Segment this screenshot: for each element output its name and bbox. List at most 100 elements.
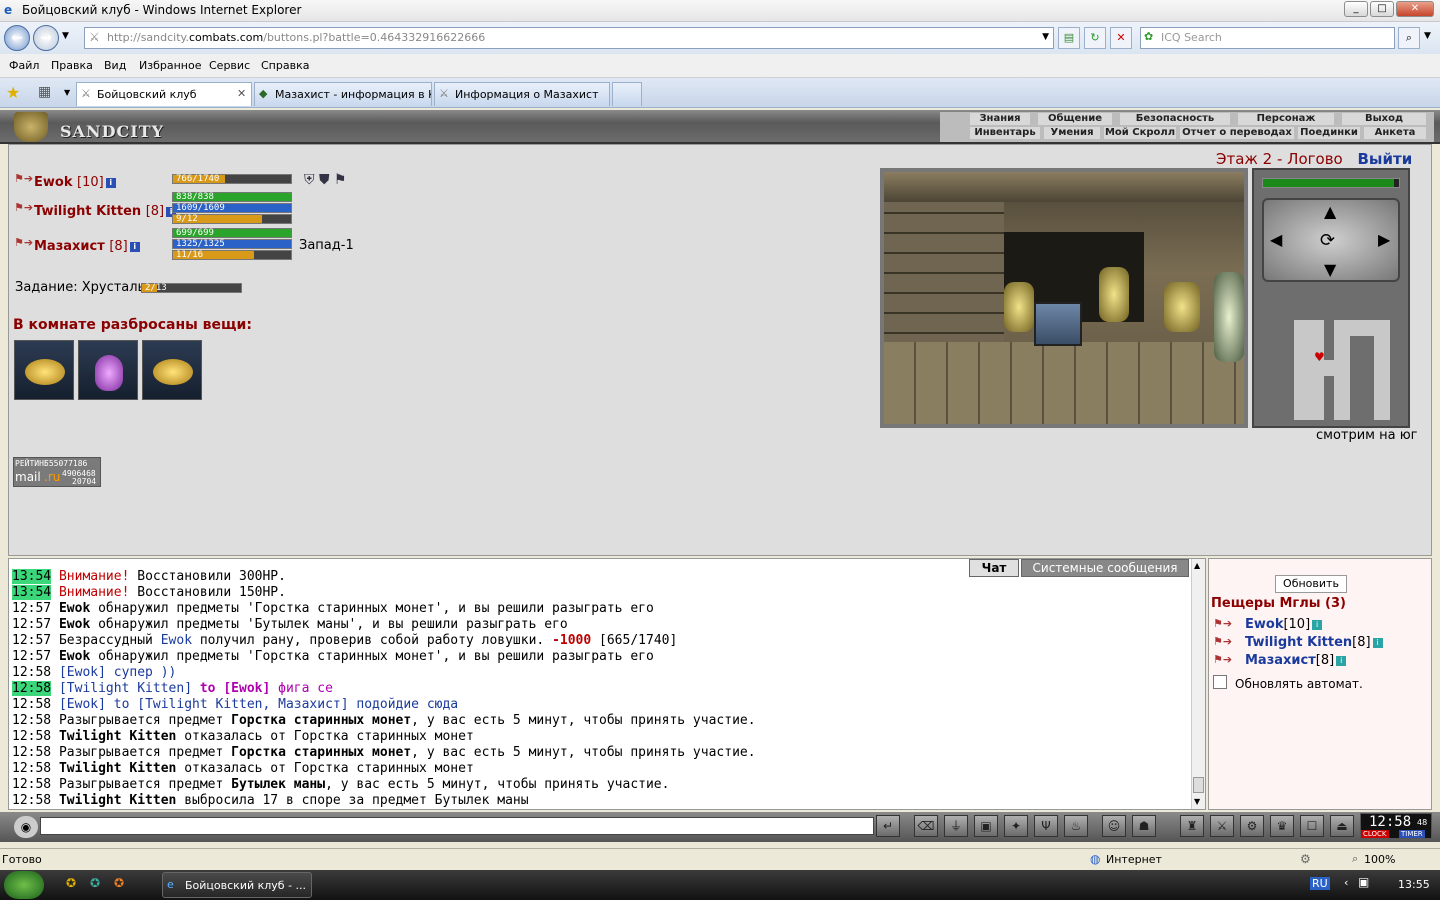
bot-figure[interactable] [1004,282,1034,332]
coins-icon[interactable] [14,340,74,400]
player-name[interactable]: Ewok [10] i [34,175,116,190]
online-user[interactable]: Ewok[10] i [1245,617,1323,632]
chest-icon[interactable] [1034,302,1082,346]
search-input[interactable]: ✿ ICQ Search [1140,27,1395,49]
chat-scrollbar[interactable]: ▲ ▼ [1191,559,1205,809]
turn-right-icon[interactable]: ▶ [1378,230,1390,249]
tray-icon[interactable]: ▣ [1358,875,1369,889]
tray-expand-icon[interactable]: ‹ [1344,876,1348,889]
chat-timestamp[interactable]: 13:54 [12,585,52,600]
online-user[interactable]: Twilight Kitten[8] i [1245,635,1383,650]
nav-profile[interactable]: Анкета [1364,127,1426,139]
nav-inventory[interactable]: Инвентарь [970,127,1040,139]
menu-help[interactable]: Справка [261,59,309,72]
refresh-icon[interactable]: ↻ [1084,27,1106,49]
mana-potion-icon[interactable] [78,340,138,400]
protected-mode-icon[interactable]: ⚙ [1300,852,1311,866]
address-field[interactable]: ⚔ http://sandcity.combats.com/buttons.pl… [84,27,1054,49]
exit-icon[interactable]: ⏏ [1330,815,1354,837]
menu-favorites[interactable]: Избранное [139,59,201,72]
online-user[interactable]: Мазахист[8] i [1245,653,1347,668]
nav-duels[interactable]: Поединки [1298,127,1360,139]
tab-list-dropdown-icon[interactable]: ▼ [64,88,70,97]
chat-timestamp[interactable]: 12:58 [12,745,51,760]
player-name[interactable]: Twilight Kitten [8]i [34,204,177,219]
quicklaunch-icon[interactable]: ✪ [66,876,76,890]
history-dropdown-icon[interactable]: ▼ [62,31,69,41]
menu-edit[interactable]: Правка [51,59,93,72]
compatibility-icon[interactable]: ▤ [1058,27,1080,49]
bot-figure[interactable] [1164,282,1200,332]
sword-icon[interactable]: ⚔ [1210,815,1234,837]
start-button[interactable] [4,871,44,899]
tab-system-messages[interactable]: Системные сообщения [1021,559,1189,577]
buff-banner-icon[interactable]: ⚑ [334,172,347,188]
speaker-icon[interactable]: ◉ [14,816,38,838]
tab-mazahist-details[interactable]: ⚔ Информация о Мазахист [434,82,610,106]
turn-left-icon[interactable]: ◀ [1270,230,1282,249]
nav-exit[interactable]: Выход [1342,113,1426,125]
auto-refresh-checkbox[interactable] [1213,675,1227,689]
chat-timestamp[interactable]: 12:58 [12,777,51,792]
chat-timestamp[interactable]: 12:57 [12,649,51,664]
nav-security[interactable]: Безопасность [1120,113,1230,125]
chat-timestamp[interactable]: 12:58 [12,729,51,744]
tab-chat[interactable]: Чат [969,559,1019,577]
maximize-button[interactable]: □ [1370,1,1394,17]
filter-icon[interactable]: ⏚ [944,815,968,837]
translit-icon[interactable]: Ψ [1034,815,1058,837]
buff-shield-icon[interactable]: ⛨ [304,172,315,188]
nav-knowledge[interactable]: Знания [970,113,1030,125]
chat-timestamp[interactable]: 12:58 [12,713,51,728]
taskbar-ie-button[interactable]: e Бойцовский клуб - ... [162,872,312,898]
chat-timestamp[interactable]: 12:58 [12,665,51,680]
nav-character[interactable]: Персонаж [1238,113,1334,125]
map-icon[interactable]: ⚙ [1240,815,1264,837]
smiley-icon[interactable]: ☺ [1102,815,1126,837]
fighter-icon[interactable]: ✦ [1004,815,1028,837]
menu-view[interactable]: Вид [104,59,126,72]
new-tab-button[interactable] [612,82,642,106]
tab-fight-club[interactable]: ⚔ Бойцовский клуб ✕ [76,82,252,106]
chat-timestamp[interactable]: 12:57 [12,633,51,648]
search-options-icon[interactable]: ▼ [1424,31,1431,41]
buff-armor-icon[interactable]: ⛊ [319,172,330,188]
chat-input[interactable] [40,817,874,835]
menu-tools[interactable]: Сервис [209,59,250,72]
save-icon[interactable]: ▣ [974,815,998,837]
info-icon[interactable]: i [129,241,140,252]
exit-link[interactable]: Выйти [1358,150,1413,168]
nav-skills[interactable]: Умения [1044,127,1100,139]
send-icon[interactable]: ↵ [876,815,900,837]
close-tab-icon[interactable]: ✕ [237,87,246,100]
info-icon[interactable]: i [1336,655,1347,666]
chat-timestamp[interactable]: 12:58 [12,793,51,808]
quick-tabs-icon[interactable]: ▦ [38,84,51,100]
move-back-icon[interactable]: ▼ [1324,260,1336,279]
lock-icon[interactable]: ☐ [1300,815,1324,837]
quicklaunch-icon[interactable]: ✪ [90,876,100,890]
chat-timestamp[interactable]: 12:58 [12,761,51,776]
move-forward-icon[interactable]: ▲ [1324,202,1336,221]
info-icon[interactable]: i [1372,637,1383,648]
menu-file[interactable]: Файл [9,59,39,72]
nav-transfers[interactable]: Отчет о переводах [1180,127,1294,139]
dungeon-view[interactable] [880,168,1248,428]
player-name[interactable]: Мазахист [8] i [34,239,140,254]
favorites-star-icon[interactable]: ★ [6,83,20,102]
refresh-button[interactable]: Обновить [1275,575,1347,593]
info-icon[interactable]: i [1312,619,1323,630]
player-figure[interactable] [1214,272,1244,362]
forward-button[interactable]: → [33,25,59,51]
close-button[interactable]: ✕ [1396,1,1434,17]
chat-timestamp[interactable]: 12:57 [12,617,51,632]
chat-timestamp[interactable]: 12:58 [12,697,51,712]
trophy-icon[interactable]: ♛ [1270,815,1294,837]
back-button[interactable]: ← [4,25,30,51]
clear-icon[interactable]: ⌫ [914,815,938,837]
minimize-button[interactable]: _ [1344,1,1368,17]
coins-icon[interactable] [142,340,202,400]
bot-figure[interactable] [1099,267,1129,322]
info-icon[interactable]: i [105,177,116,188]
nav-my-scroll[interactable]: Мой Скролл [1104,127,1176,139]
